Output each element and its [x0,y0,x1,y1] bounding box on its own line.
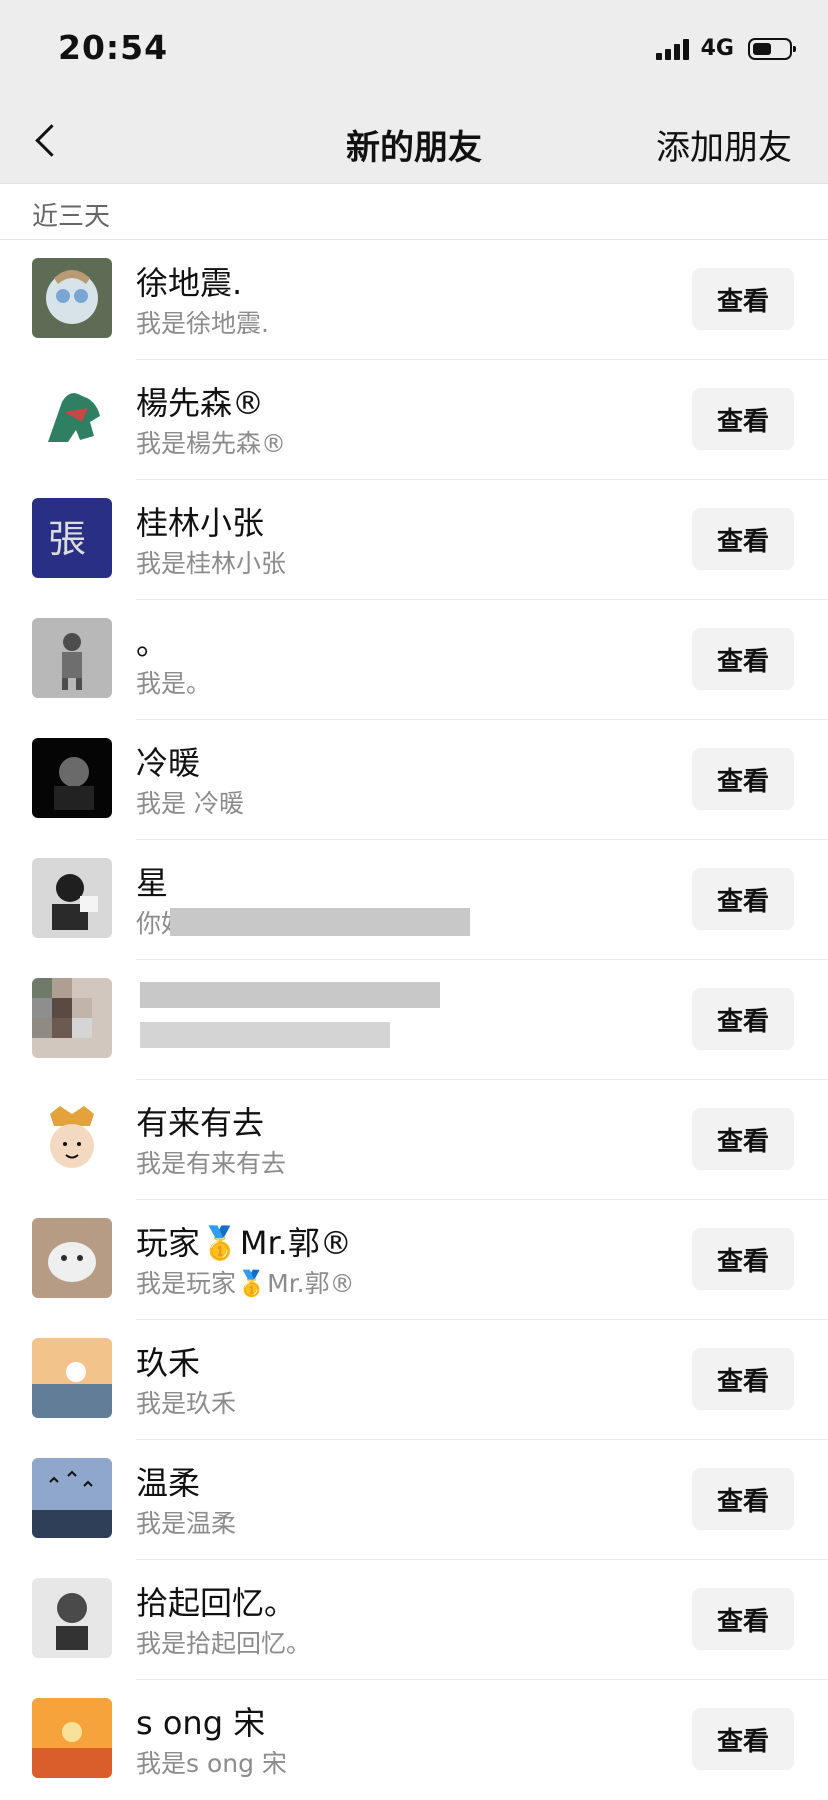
avatar-image [32,1578,112,1658]
avatar-image [32,738,112,818]
friend-name: 玩家🥇Mr.郭® [136,1224,352,1262]
friend-message: 我是s ong 宋 [136,1749,287,1778]
battery-icon [748,37,796,60]
nav-bar: 新的朋友 添加朋友 [0,100,828,184]
avatar [32,1458,112,1538]
friend-name-text: 冷暖 [136,744,201,782]
avatar-image [32,1218,112,1298]
signal-icon [655,38,689,60]
avatar [32,618,112,698]
view-button[interactable]: 查看 [692,1348,794,1410]
redaction-blur [140,982,440,1008]
friend-name: 温柔 [136,1464,201,1502]
avatar [32,1338,112,1418]
avatar-image [32,1098,112,1178]
avatar [32,1578,112,1658]
section-title: 近三天 [32,202,111,232]
friend-name: 徐地震. [136,264,243,302]
section-header: 近三天 [0,184,828,240]
view-button[interactable]: 查看 [692,388,794,450]
redaction-blur [170,908,470,936]
view-button[interactable]: 查看 [692,868,794,930]
avatar-image [32,858,112,938]
status-time: 20:54 [58,28,169,67]
friend-message: 我是玖禾 [136,1389,237,1418]
avatar [32,1698,112,1778]
friend-name: 有来有去 [136,1104,265,1142]
status-indicators: 4G [655,36,796,61]
friend-name: 拾起回忆。 [136,1584,297,1622]
friend-message: 我是拾起回忆。 [136,1629,312,1658]
view-button[interactable]: 查看 [692,508,794,570]
friend-message: 我是有来有去 [136,1149,287,1178]
friend-row[interactable]: 拾起回忆。 我是拾起回忆。 查看 [0,1560,828,1680]
friend-name: 玖禾 [136,1344,201,1382]
friend-row[interactable]: 有来有去 我是有来有去 查看 [0,1080,828,1200]
friend-row[interactable]: 冷暖 我是 冷暖 查看 [0,720,828,840]
view-button[interactable]: 查看 [692,1708,794,1770]
view-button[interactable]: 查看 [692,988,794,1050]
friend-message: 我是桂林小张 [136,549,287,578]
redaction-blur [140,1022,390,1048]
view-button[interactable]: 查看 [692,1108,794,1170]
friend-row[interactable]: 玩家🥇Mr.郭® 我是玩家🥇Mr.郭® 查看 [0,1200,828,1320]
avatar-image [32,978,112,1058]
avatar [32,858,112,938]
friend-name: s ong 宋 [136,1704,266,1742]
avatar: 張 [32,498,112,578]
friend-row[interactable]: s ong 宋 我是s ong 宋 查看 [0,1680,828,1800]
friend-list: 徐地震. 我是徐地震. 查看 楊先森® 我是楊先森® 查看 張 桂林小张 我是桂… [0,240,828,1800]
friend-row[interactable]: 温柔 我是温柔 查看 [0,1440,828,1560]
avatar-image [32,258,112,338]
friend-row[interactable]: 徐地震. 我是徐地震. 查看 [0,240,828,360]
friend-name: 楊先森® [136,384,265,422]
add-friend-button[interactable]: 添加朋友 [656,120,792,169]
view-button[interactable]: 查看 [692,628,794,690]
friend-name: 星 [136,864,169,902]
friend-row[interactable]: 張 桂林小张 我是桂林小张 查看 [0,480,828,600]
friend-message: 我是 冷暖 [136,789,244,818]
friend-message: 我是温柔 [136,1509,237,1538]
friend-name: 冷暖 [136,738,200,784]
friend-row[interactable]: 楊先森® 我是楊先森® 查看 [0,360,828,480]
avatar [32,1218,112,1298]
view-button[interactable]: 查看 [692,748,794,810]
friend-name: 。 [136,624,169,662]
friend-message: 我是玩家🥇Mr.郭® [136,1269,355,1298]
friend-name: 桂林小张 [136,504,265,542]
friend-row[interactable]: 玖禾 我是玖禾 查看 [0,1320,828,1440]
avatar-image [32,618,112,698]
svg-text:張: 張 [48,517,86,561]
avatar [32,978,112,1058]
friend-message: 我是楊先森® [136,429,287,458]
friend-row[interactable]: 星 你好 查看 [0,840,828,960]
friend-row[interactable]: 。 我是。 查看 [0,600,828,720]
avatar [32,258,112,338]
view-button[interactable]: 查看 [692,1468,794,1530]
avatar [32,378,112,458]
avatar-image [32,378,112,458]
view-button[interactable]: 查看 [692,1228,794,1290]
status-bar: 20:54 4G [0,0,828,100]
friend-message: 我是。 [136,669,212,698]
network-label: 4G [700,36,734,61]
avatar [32,738,112,818]
avatar-image: 張 [32,498,112,578]
avatar [32,1098,112,1178]
friend-row[interactable]: 查看 [0,960,828,1080]
avatar-image [32,1458,112,1538]
friend-message: 我是徐地震. [136,309,269,338]
avatar-image [32,1698,112,1778]
avatar-image [32,1338,112,1418]
view-button[interactable]: 查看 [692,1588,794,1650]
view-button[interactable]: 查看 [692,268,794,330]
